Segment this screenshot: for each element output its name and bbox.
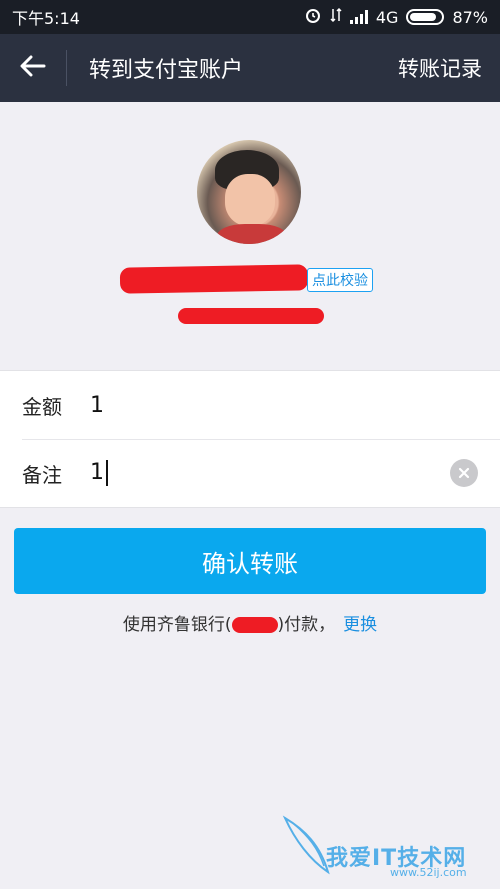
text-cursor [106,460,108,486]
change-payment-link[interactable]: 更换 [343,615,377,635]
status-bar: 下午5:14 4G 87% [0,0,500,34]
battery-level: 87% [452,7,488,27]
note-input[interactable]: 1 [90,460,108,486]
status-indicators: 4G 87% [304,6,488,28]
payment-suffix: )付款， [277,615,336,635]
payment-method-info: 使用齐鲁银行( )付款， 更换 [0,610,500,635]
amount-row[interactable]: 金额 1 [0,371,500,439]
payment-prefix: 使用齐鲁银行( [122,615,232,635]
amount-input[interactable]: 1 [90,393,104,418]
signal-icon [349,10,368,24]
page-title: 转到支付宝账户 [89,58,244,83]
note-row[interactable]: 备注 1 [0,439,500,507]
alarm-icon [304,6,322,28]
amount-label: 金额 [22,394,62,419]
network-type: 4G [375,7,399,27]
note-input-value: 1 [90,460,104,485]
transfer-form: 金额 1 备注 1 [0,370,500,508]
nav-bar: 转到支付宝账户 转账记录 [0,34,500,102]
verify-link[interactable]: 点此校验 [307,268,373,292]
clear-icon[interactable] [450,459,478,487]
data-arrows-icon [330,7,342,27]
battery-icon [406,9,445,25]
redacted-card-number [231,617,278,633]
arrow-left-icon [20,55,46,81]
redacted-account-name [119,264,309,294]
note-label: 备注 [22,462,62,487]
status-time: 下午5:14 [12,9,80,28]
watermark-url: www.52ij.com [390,866,467,879]
redacted-account-id [178,308,324,324]
watermark: 我爱IT技术网 www.52ij.com [280,810,490,880]
back-button[interactable] [0,34,66,102]
avatar [197,140,301,244]
confirm-transfer-button[interactable]: 确认转账 [14,528,486,594]
transfer-records-link[interactable]: 转账记录 [398,53,500,83]
